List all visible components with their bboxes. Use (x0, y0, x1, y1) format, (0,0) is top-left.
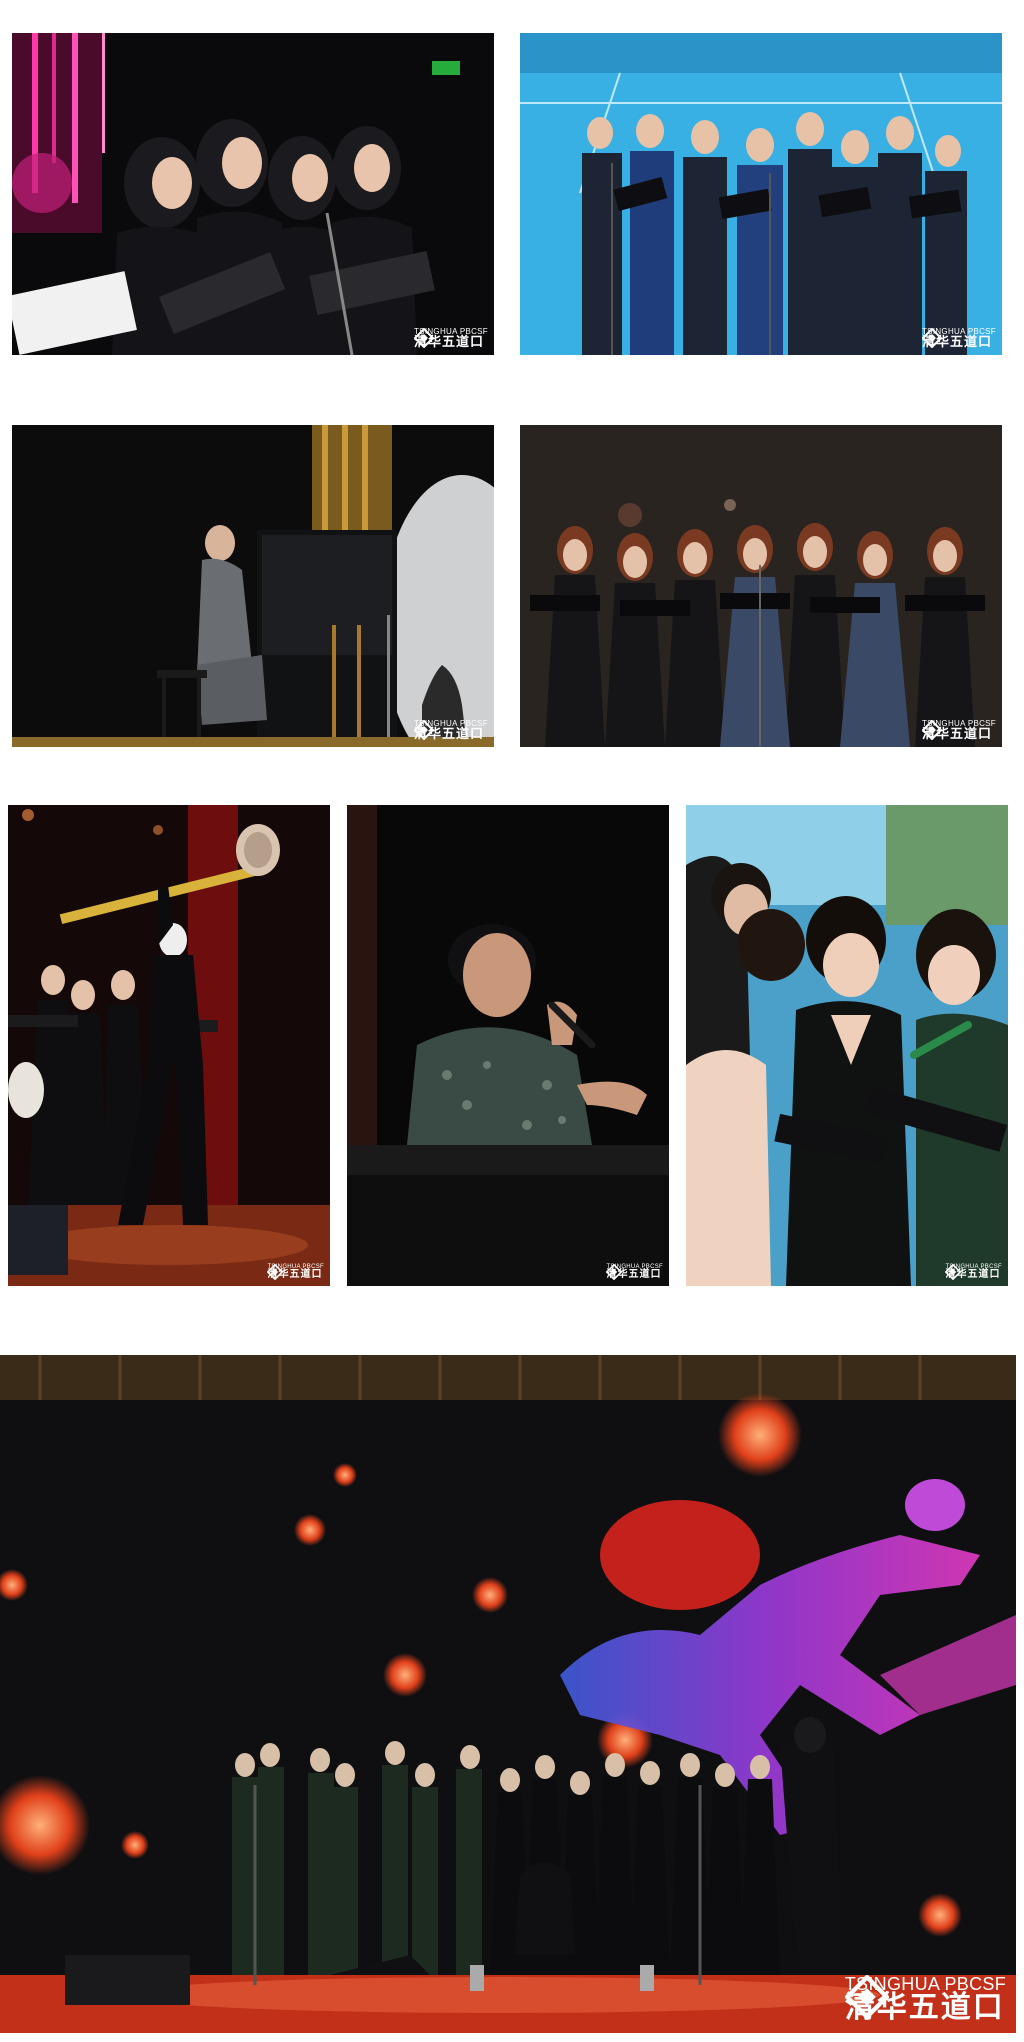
tsinghua-pbcsf-logo-icon (844, 1975, 889, 2019)
women-singers-closeup-image (686, 805, 1008, 1286)
photo-women-singers-closeup: TSINGHUA PBCSF 清华五道口 (686, 805, 1008, 1286)
full-choir-stage-image (0, 1355, 1016, 2033)
photo-women-singing: TSINGHUA PBCSF 清华五道口 (12, 33, 494, 355)
tsinghua-pbcsf-logo-icon (922, 328, 942, 348)
photo-full-choir-stage: TSINGHUA PBCSF 清华五道口 (0, 1355, 1016, 2033)
men-choir-image (520, 33, 1002, 355)
tsinghua-pbcsf-logo-icon (606, 1264, 623, 1280)
photo-men-choir: TSINGHUA PBCSF 清华五道口 (520, 33, 1002, 355)
photo-pianist: TSINGHUA PBCSF 清华五道口 (12, 425, 494, 747)
photo-women-choir: TSINGHUA PBCSF 清华五道口 (520, 425, 1002, 747)
watermark: TSINGHUA PBCSF 清华五道口 (606, 1264, 663, 1280)
watermark: TSINGHUA PBCSF 清华五道口 (922, 720, 996, 741)
pianist-image (12, 425, 494, 747)
hammer-performer-image (8, 805, 330, 1286)
watermark: TSINGHUA PBCSF 清华五道口 (414, 720, 488, 741)
male-singer-image (347, 805, 669, 1286)
tsinghua-pbcsf-logo-icon (922, 720, 942, 740)
watermark: TSINGHUA PBCSF 清华五道口 (267, 1264, 324, 1280)
tsinghua-pbcsf-logo-icon (945, 1264, 962, 1280)
watermark: TSINGHUA PBCSF 清华五道口 (945, 1264, 1002, 1280)
women-choir-image (520, 425, 1002, 747)
tsinghua-pbcsf-logo-icon (414, 328, 434, 348)
women-singing-image (12, 33, 494, 355)
tsinghua-pbcsf-logo-icon (414, 720, 434, 740)
watermark: TSINGHUA PBCSF 清华五道口 (922, 328, 996, 349)
watermark: TSINGHUA PBCSF 清华五道口 (414, 328, 488, 349)
photo-male-singer: TSINGHUA PBCSF 清华五道口 (347, 805, 669, 1286)
tsinghua-pbcsf-logo-icon (267, 1264, 284, 1280)
photo-hammer-performer: TSINGHUA PBCSF 清华五道口 (8, 805, 330, 1286)
watermark: TSINGHUA PBCSF 清华五道口 (844, 1975, 1006, 2023)
